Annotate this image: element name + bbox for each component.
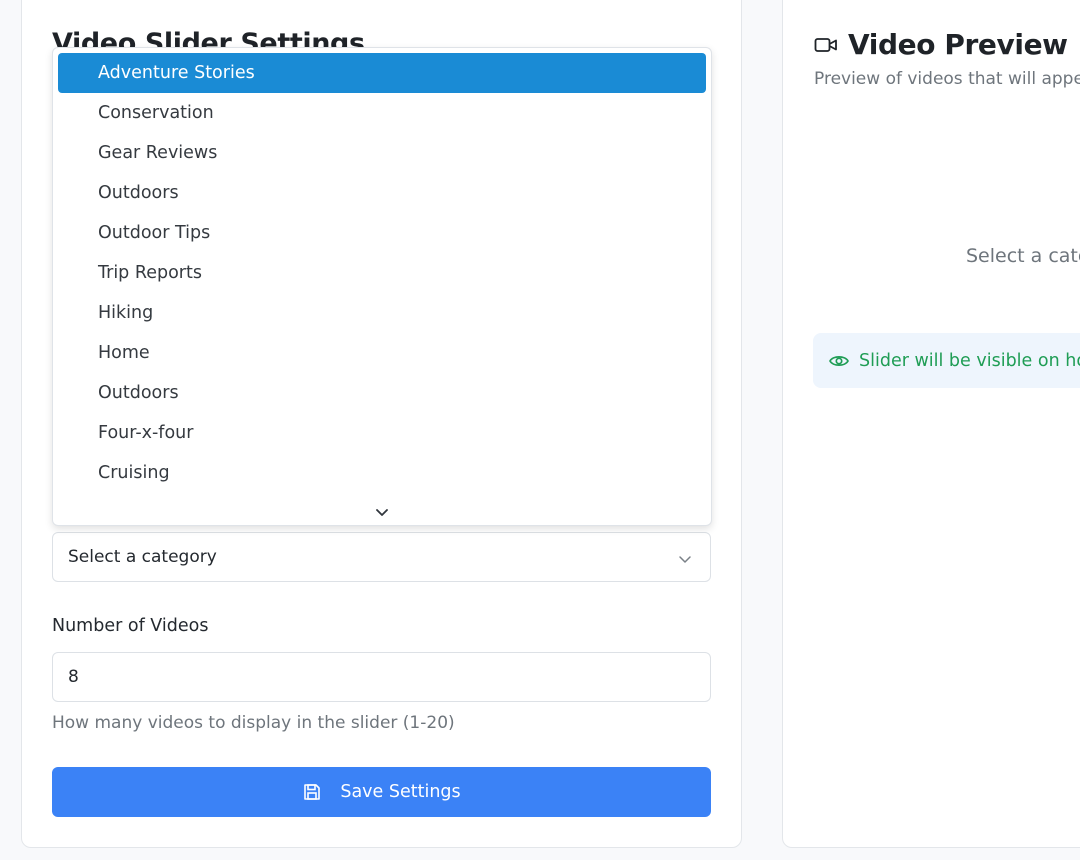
save-settings-button[interactable]: Save Settings xyxy=(52,767,711,817)
save-settings-label: Save Settings xyxy=(340,782,461,802)
category-option[interactable]: Trip Reports xyxy=(58,253,706,293)
category-option[interactable]: Outdoor Tips xyxy=(58,213,706,253)
preview-card xyxy=(782,0,1080,848)
page: Video Slider Settings Adventure Stories … xyxy=(0,0,1080,860)
category-option[interactable]: Hiking xyxy=(58,293,706,333)
category-option[interactable]: Cruising xyxy=(58,453,706,493)
number-of-videos-label: Number of Videos xyxy=(52,616,209,636)
preview-title-text: Video Preview xyxy=(848,28,1068,61)
category-option[interactable]: Conservation xyxy=(58,93,706,133)
number-of-videos-help: How many videos to display in the slider… xyxy=(52,713,455,733)
preview-subtitle: Preview of videos that will appea xyxy=(814,69,1080,89)
video-camera-icon xyxy=(814,36,838,54)
visibility-message: Slider will be visible on hom xyxy=(859,350,1080,371)
category-option[interactable]: Home xyxy=(58,333,706,373)
number-of-videos-input[interactable] xyxy=(52,652,711,702)
category-option[interactable]: Outdoors xyxy=(58,373,706,413)
scroll-down-arrow[interactable] xyxy=(53,503,711,519)
chevron-down-icon xyxy=(376,509,388,516)
category-dropdown-list[interactable]: Adventure Stories Conservation Gear Revi… xyxy=(52,47,712,526)
category-option[interactable]: Gear Reviews xyxy=(58,133,706,173)
category-option[interactable]: Adventure Stories xyxy=(58,53,706,93)
category-select[interactable]: Select a category xyxy=(52,532,711,582)
category-select-value: Select a category xyxy=(68,547,217,567)
category-option[interactable]: Four-x-four xyxy=(58,413,706,453)
chevron-down-icon xyxy=(678,550,692,569)
visibility-banner: Slider will be visible on hom xyxy=(813,333,1080,388)
preview-empty-message: Select a cate xyxy=(966,245,1080,267)
save-icon xyxy=(302,782,322,802)
preview-title: Video Preview xyxy=(814,28,1068,61)
eye-icon xyxy=(829,354,849,368)
category-option[interactable]: Outdoors xyxy=(58,173,706,213)
